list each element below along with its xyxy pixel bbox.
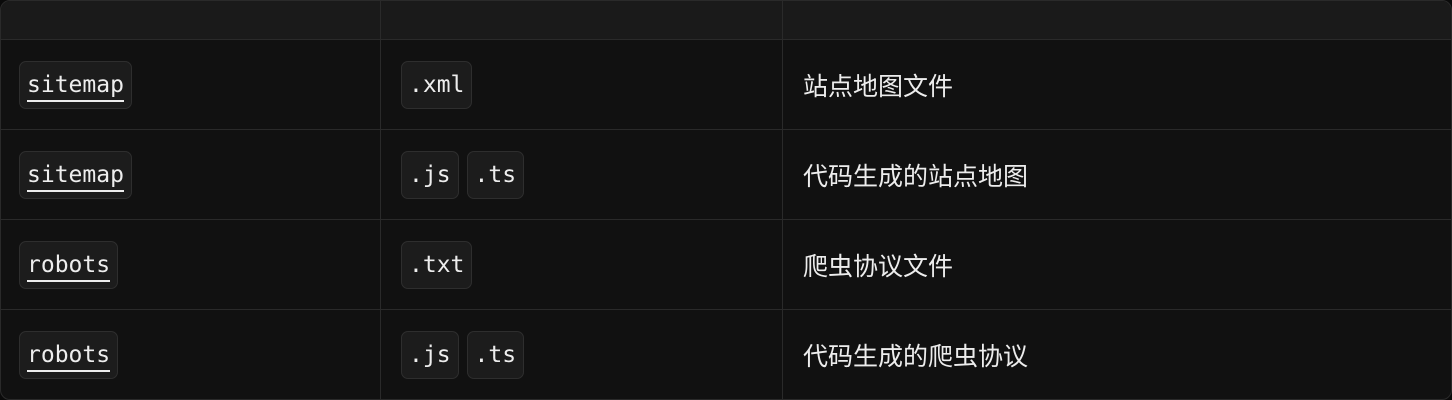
description-cell: 代码生成的站点地图 xyxy=(783,130,1451,219)
extension-tag: .txt xyxy=(401,240,473,289)
file-conventions-table: sitemap .xml 站点地图文件 sitemap .js .ts 代码生成… xyxy=(0,0,1452,400)
description-text: 代码生成的爬虫协议 xyxy=(803,342,1029,371)
extensions-cell: .js .ts xyxy=(381,310,783,399)
extension-tag: .js xyxy=(401,331,459,379)
description-text: 爬虫协议文件 xyxy=(803,251,954,281)
table-row: sitemap .js .ts 代码生成的站点地图 xyxy=(1,130,1451,220)
file-cell: sitemap xyxy=(1,40,381,129)
header-cell-extensions xyxy=(381,1,783,39)
description-text: 代码生成的站点地图 xyxy=(803,161,1029,191)
description-cell: 代码生成的爬虫协议 xyxy=(783,310,1451,399)
description-text: 站点地图文件 xyxy=(803,71,954,101)
extension-tag: .js xyxy=(401,150,459,199)
extensions-cell: .js .ts xyxy=(381,130,783,219)
extensions-cell: .txt xyxy=(381,220,783,309)
extension-tag: .xml xyxy=(401,60,473,109)
file-cell: robots xyxy=(1,310,381,399)
table-row: robots .js .ts 代码生成的爬虫协议 xyxy=(1,310,1451,399)
file-link-robots[interactable]: robots xyxy=(19,331,119,379)
table-row: robots .txt 爬虫协议文件 xyxy=(1,220,1451,310)
extension-tag: .ts xyxy=(466,150,525,199)
header-cell-description xyxy=(783,1,1451,39)
file-cell: robots xyxy=(1,220,381,309)
description-cell: 爬虫协议文件 xyxy=(783,220,1451,309)
extensions-cell: .xml xyxy=(381,40,783,129)
table-row: sitemap .xml 站点地图文件 xyxy=(1,40,1451,130)
table-header xyxy=(1,1,1451,40)
description-cell: 站点地图文件 xyxy=(783,40,1451,129)
file-link-sitemap[interactable]: sitemap xyxy=(19,60,132,109)
file-cell: sitemap xyxy=(1,130,381,219)
file-link-sitemap[interactable]: sitemap xyxy=(19,150,132,199)
file-link-robots[interactable]: robots xyxy=(19,240,119,289)
header-cell-file xyxy=(1,1,381,39)
extension-tag: .ts xyxy=(466,331,525,379)
